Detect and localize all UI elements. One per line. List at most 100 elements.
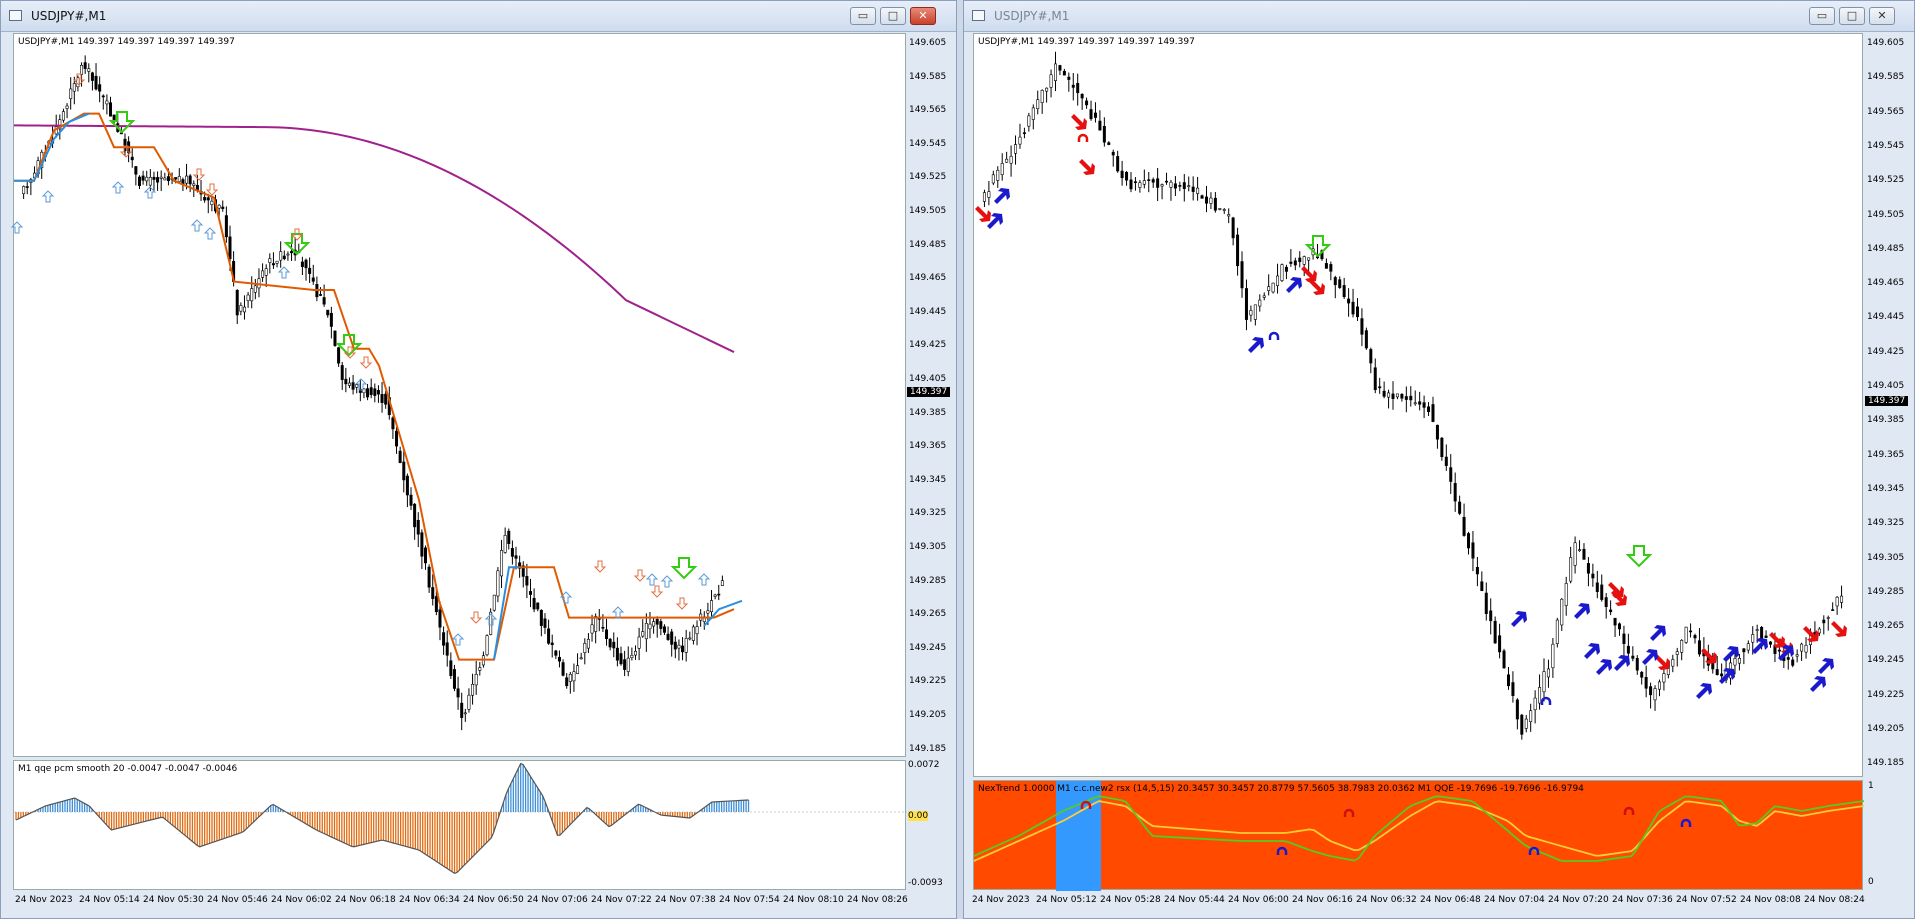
price-tick-label: 149.525 (909, 172, 947, 183)
right-ind-axis-bottom: 0 (1868, 877, 1874, 887)
price-tick-label: 149.185 (909, 743, 947, 754)
time-tick-label: 24 Nov 2023 (972, 895, 1030, 905)
red-down-arrow-icon (1831, 621, 1847, 637)
up-arrow-icon (611, 606, 625, 619)
price-tick-label: 149.365 (1867, 449, 1905, 460)
chart-window-icon (972, 10, 985, 21)
price-tick-label: 149.605 (909, 38, 947, 48)
price-tick-label: 149.445 (1867, 312, 1905, 323)
down-arrow-icon (205, 183, 219, 196)
horseshoe-icon (1528, 846, 1540, 855)
price-tick-label: 149.485 (1867, 243, 1905, 254)
candles (22, 55, 724, 731)
blue-up-arrow-icon (1818, 658, 1834, 674)
qqe-line-green (973, 795, 1865, 862)
time-tick-label: 24 Nov 07:36 (1612, 895, 1673, 905)
down-arrow-icon (192, 168, 206, 181)
time-tick-label: 24 Nov 07:20 (1548, 895, 1609, 905)
price-tick-label: 149.505 (1867, 209, 1905, 220)
price-tick-label: 149.605 (1867, 38, 1905, 48)
time-tick-label: 24 Nov 07:38 (655, 895, 716, 905)
qqe-histogram-svg (14, 762, 907, 875)
price-tick-label: 149.225 (1867, 689, 1905, 700)
time-tick-label: 24 Nov 05:30 (143, 895, 204, 905)
price-tick-label: 149.465 (909, 273, 947, 284)
minimize-button[interactable]: ▭ (1809, 7, 1835, 25)
down-arrow-icon (593, 560, 607, 573)
left-title-bar[interactable]: USDJPY#,M1 ▭ □ ✕ (1, 1, 956, 32)
blue-up-arrow-icon (1810, 676, 1826, 692)
chart-window-icon (9, 10, 22, 21)
horseshoe-icon (1680, 818, 1692, 827)
up-arrow-icon (41, 190, 55, 203)
time-tick-label: 24 Nov 08:24 (1804, 895, 1865, 905)
price-tick-label: 149.405 (1867, 381, 1905, 391)
time-tick-label: 24 Nov 06:16 (1292, 895, 1353, 905)
right-price-chart[interactable]: USDJPY#,M1 149.397 149.397 149.397 149.3… (973, 33, 1863, 777)
maximize-button[interactable]: □ (1839, 7, 1865, 25)
right-chart-window[interactable]: USDJPY#,M1 ▭ □ ✕ USDJPY#,M1 149.397 149.… (963, 0, 1915, 919)
horseshoe-icon (1343, 808, 1355, 817)
up-arrow-icon (111, 181, 125, 194)
right-chart-header: USDJPY#,M1 149.397 149.397 149.397 149.3… (978, 37, 1195, 47)
blue-up-arrow-icon (1696, 683, 1712, 699)
right-ind-axis-top: 1 (1868, 781, 1874, 791)
down-arrow-icon (359, 356, 373, 369)
left-indicator-panel[interactable]: M1 qqe pcm smooth 20 -0.0047 -0.0047 -0.… (13, 760, 907, 890)
blue-up-arrow-icon (1286, 277, 1302, 293)
horseshoe-icon (1623, 806, 1635, 815)
up-arrow-icon (10, 221, 24, 234)
right-title-bar[interactable]: USDJPY#,M1 ▭ □ ✕ (964, 1, 1914, 32)
green-down-arrow-icon (283, 233, 311, 256)
price-tick-label: 149.285 (1867, 586, 1905, 597)
price-tick-label: 149.205 (1867, 724, 1905, 734)
right-indicator-panel[interactable]: NexTrend 1.0000 M1 c.c.new2 rsx (14,5,15… (973, 780, 1865, 891)
time-tick-label: 24 Nov 06:00 (1228, 895, 1289, 905)
minimize-button[interactable]: ▭ (850, 7, 876, 25)
close-button[interactable]: ✕ (1869, 7, 1895, 25)
horseshoe-icon (1540, 696, 1552, 705)
left-ind-axis-bottom: -0.0093 (908, 878, 943, 888)
price-tick-label: 149.245 (909, 642, 947, 653)
time-tick-label: 24 Nov 06:48 (1420, 895, 1481, 905)
price-tick-label: 149.405 (909, 374, 947, 384)
time-tick-label: 24 Nov 07:06 (527, 895, 588, 905)
price-tick-label: 149.565 (1867, 106, 1905, 117)
price-tick-label: 149.245 (1867, 655, 1905, 666)
moving-average-line (13, 124, 735, 353)
left-chart-window[interactable]: USDJPY#,M1 ▭ □ ✕ USDJPY#,M1 149.397 149.… (0, 0, 957, 919)
price-tick-label: 149.345 (909, 474, 947, 485)
price-tick-label: 149.425 (1867, 346, 1905, 357)
time-tick-label: 24 Nov 08:26 (847, 895, 908, 905)
nextrend-indicator-svg (973, 781, 1865, 891)
price-tick-label: 149.185 (1867, 758, 1905, 769)
close-button[interactable]: ✕ (910, 7, 936, 25)
blue-up-arrow-icon (1584, 643, 1600, 659)
blue-up-arrow-icon (1650, 625, 1666, 641)
left-indicator-header: M1 qqe pcm smooth 20 -0.0047 -0.0047 -0.… (18, 764, 238, 774)
time-tick-label: 24 Nov 06:18 (335, 895, 396, 905)
right-price-svg (975, 51, 1847, 740)
left-price-chart[interactable]: USDJPY#,M1 149.397 149.397 149.397 149.3… (10, 33, 906, 757)
up-arrow-icon (645, 573, 659, 586)
price-tick-label: 149.445 (909, 306, 947, 317)
price-tick-label: 149.485 (909, 239, 947, 250)
price-tick-label: 149.385 (909, 407, 947, 418)
time-tick-label: 24 Nov 05:12 (1036, 895, 1097, 905)
red-down-arrow-icon (1079, 159, 1095, 175)
blue-up-arrow-icon (994, 188, 1010, 204)
red-down-arrow-icon (1071, 114, 1087, 130)
trend-line-blue (14, 112, 90, 182)
time-tick-label: 24 Nov 07:52 (1676, 895, 1737, 905)
maximize-button[interactable]: □ (880, 7, 906, 25)
red-down-arrow-icon (1803, 626, 1819, 642)
price-tick-label: 149.305 (1867, 552, 1905, 563)
left-window-title: USDJPY#,M1 (31, 9, 107, 23)
blue-up-arrow-icon (1596, 659, 1612, 675)
time-tick-label: 24 Nov 05:44 (1164, 895, 1225, 905)
price-tick-label: 149.465 (1867, 278, 1905, 289)
price-tick-label: 149.305 (909, 542, 947, 552)
qqe-histogram-bars (15, 763, 750, 874)
price-tick-label: 149.365 (909, 441, 947, 452)
time-tick-label: 24 Nov 08:10 (783, 895, 844, 905)
